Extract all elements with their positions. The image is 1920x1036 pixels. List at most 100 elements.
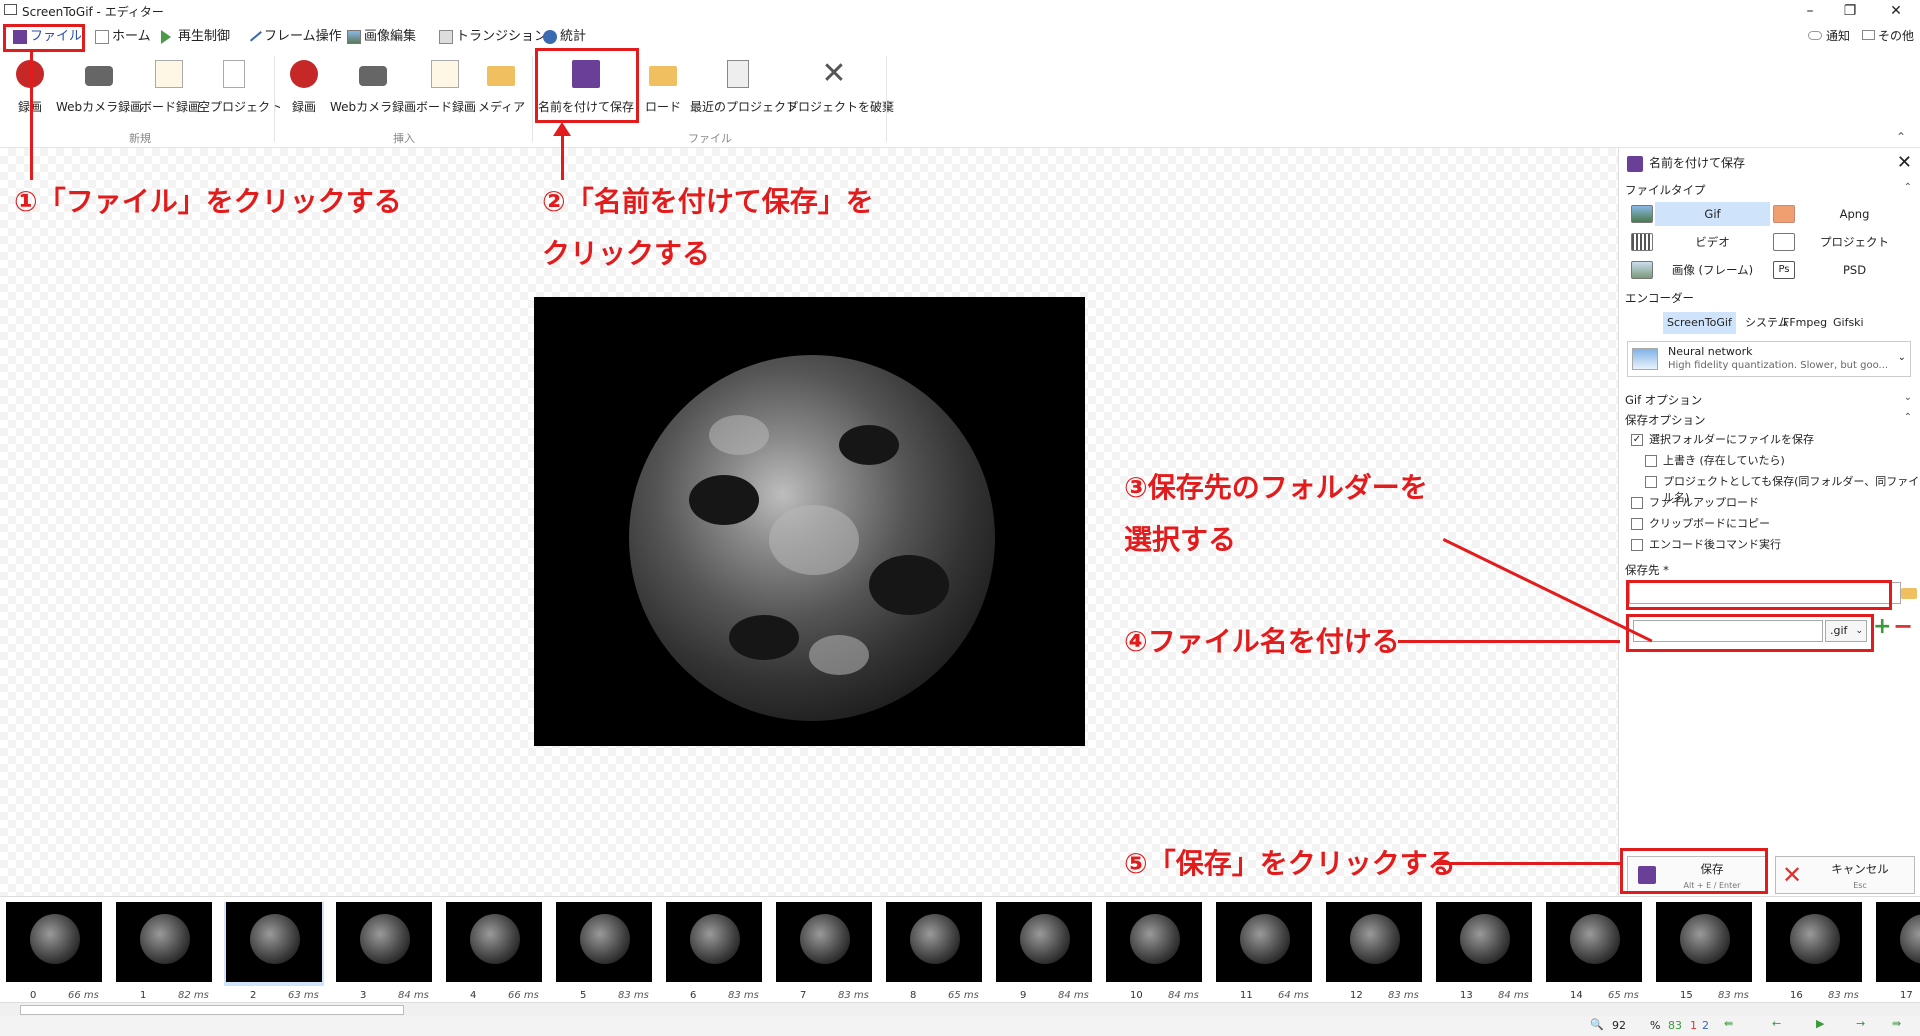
filetype-gif[interactable]: Gif — [1627, 202, 1772, 226]
planet-thumbnail — [140, 914, 190, 964]
insert-webcam-record-button[interactable]: Webカメラ録画 — [330, 56, 416, 116]
planet-image — [629, 355, 995, 721]
frame-thumbnail[interactable]: 8 65 ms — [884, 902, 984, 1001]
horizontal-scrollbar[interactable] — [0, 1002, 1920, 1016]
new-empty-project-button[interactable]: 空プロジェクト — [198, 56, 282, 116]
restore-button[interactable]: ❐ — [1830, 0, 1870, 22]
load-button[interactable]: ロード — [640, 56, 686, 116]
frame-number: 16 — [1790, 990, 1803, 1001]
status-bar: 🔍 92 % 83 1 2 ⇚ ← ▶ → ⇛ — [0, 1016, 1920, 1036]
tab-playback[interactable]: 再生制御 — [158, 26, 230, 48]
close-panel-icon[interactable]: ✕ — [1897, 152, 1912, 173]
thumbnail-image — [1436, 902, 1532, 982]
filetype-label: ビデオ — [1695, 235, 1730, 249]
next-frame-icon[interactable]: → — [1856, 1017, 1865, 1030]
encoder-ffmpeg[interactable]: FFmpeg — [1779, 312, 1831, 334]
tab-label: 再生制御 — [178, 29, 231, 44]
checkbox-save-as-project[interactable]: プロジェクトとしても保存(同フォルダー、同ファイル名) — [1645, 474, 1920, 504]
frame-thumbnail[interactable]: 0 66 ms — [4, 902, 104, 1001]
filetype-apng[interactable]: Apng — [1769, 202, 1914, 226]
first-frame-icon[interactable]: ⇚ — [1724, 1017, 1733, 1030]
remove-icon[interactable]: − — [1893, 612, 1913, 640]
previous-frame-icon[interactable]: ← — [1772, 1017, 1781, 1030]
frame-thumbnail[interactable]: 3 84 ms — [334, 902, 434, 1001]
play-icon[interactable]: ▶ — [1816, 1017, 1824, 1030]
save-icon — [1627, 155, 1643, 172]
window-icon — [1862, 30, 1875, 40]
frame-number: 0 — [30, 990, 37, 1001]
frame-thumbnail[interactable]: 6 83 ms — [664, 902, 764, 1001]
chevron-down-icon[interactable]: ⌄ — [1904, 392, 1912, 403]
planet-thumbnail — [910, 914, 960, 964]
frame-thumbnail[interactable]: 2 63 ms — [224, 902, 324, 1001]
collapse-ribbon-icon[interactable]: ⌃ — [1896, 130, 1906, 144]
checkbox-box — [1631, 497, 1643, 509]
save-options-section[interactable]: 保存オプション — [1625, 412, 1706, 428]
add-icon[interactable]: + — [1873, 614, 1891, 639]
frame-thumbnail[interactable]: 10 84 ms — [1104, 902, 1204, 1001]
frame-number: 4 — [470, 990, 477, 1001]
checkbox-upload[interactable]: ファイルアップロード — [1631, 495, 1759, 511]
frame-thumbnail[interactable]: 13 84 ms — [1434, 902, 1534, 1001]
checkbox-post-command[interactable]: エンコード後コマンド実行 — [1631, 537, 1781, 553]
encoder-screentogif[interactable]: ScreenToGif — [1663, 312, 1736, 334]
checkbox-box — [1631, 539, 1643, 551]
encoder-gifski[interactable]: Gifski — [1829, 312, 1868, 334]
frame-thumbnail[interactable]: 12 83 ms — [1324, 902, 1424, 1001]
cancel-button[interactable]: ✕ キャンセル Esc — [1775, 856, 1915, 894]
frame-thumbnail[interactable]: 7 83 ms — [774, 902, 874, 1001]
chevron-up-icon[interactable]: ⌃ — [1904, 412, 1912, 423]
insert-board-record-button[interactable]: ボード録画 — [416, 56, 476, 116]
tab-frame-ops[interactable]: フレーム操作 — [244, 26, 342, 48]
frame-thumbnail[interactable]: 9 84 ms — [994, 902, 1094, 1001]
quantizer-dropdown[interactable]: Neural network High fidelity quantizatio… — [1627, 341, 1911, 377]
save-to-label: 保存先 * — [1625, 563, 1669, 577]
filetype-psd[interactable]: Ps PSD — [1769, 258, 1914, 282]
filetype-video[interactable]: ビデオ — [1627, 230, 1772, 254]
checkbox-overwrite[interactable]: 上書き (存在していたら) — [1645, 453, 1785, 469]
planet-thumbnail — [1020, 914, 1070, 964]
tab-image-edit[interactable]: 画像編集 — [344, 26, 416, 48]
last-frame-icon[interactable]: ⇛ — [1892, 1017, 1901, 1030]
tab-statistics[interactable]: 統計 — [540, 26, 586, 48]
scrollbar-thumb[interactable] — [20, 1005, 404, 1015]
checkbox-copy-clipboard[interactable]: クリップボードにコピー — [1631, 516, 1770, 532]
new-board-record-button[interactable]: ボード録画 — [140, 56, 200, 116]
filetype-project[interactable]: プロジェクト — [1769, 230, 1914, 254]
arrow-line — [1398, 640, 1620, 643]
zoom-value[interactable]: 92 — [1612, 1019, 1626, 1032]
discard-project-button[interactable]: ✕ プロジェクトを破棄 — [786, 56, 894, 116]
frame-thumbnail[interactable]: 5 83 ms — [554, 902, 654, 1001]
frame-delay: 66 ms — [508, 990, 539, 1001]
thumbnail-image — [1106, 902, 1202, 982]
frame-thumbnail[interactable]: 15 83 ms — [1654, 902, 1754, 1001]
folder-icon[interactable] — [1901, 588, 1917, 599]
insert-media-button[interactable]: メディア — [478, 56, 525, 116]
checkbox-save-to-folder[interactable]: ✓ 選択フォルダーにファイルを保存 — [1631, 432, 1814, 448]
frame-delay: 63 ms — [288, 990, 319, 1001]
frame-thumbnail[interactable]: 17 — [1874, 902, 1920, 1001]
thumbnail-image — [776, 902, 872, 982]
frame-number: 3 — [360, 990, 367, 1001]
frame-thumbnail[interactable]: 1 82 ms — [114, 902, 214, 1001]
recent-projects-button[interactable]: 最近のプロジェクト — [690, 56, 798, 116]
insert-record-button[interactable]: 録画 — [284, 56, 324, 116]
frame-thumbnail[interactable]: 4 66 ms — [444, 902, 544, 1001]
folder-icon — [649, 66, 677, 86]
notify-button[interactable]: 通知 — [1808, 27, 1850, 44]
frame-thumbnail[interactable]: 11 64 ms — [1214, 902, 1314, 1001]
new-webcam-record-button[interactable]: Webカメラ録画 — [56, 56, 142, 116]
other-button[interactable]: その他 — [1862, 27, 1914, 44]
frame-delay: 82 ms — [178, 990, 209, 1001]
chevron-up-icon[interactable]: ⌃ — [1904, 182, 1912, 193]
minimize-button[interactable]: – — [1790, 0, 1830, 22]
frame-thumbnail[interactable]: 14 65 ms — [1544, 902, 1644, 1001]
tab-home[interactable]: ホーム — [92, 26, 151, 48]
frame-thumbnail[interactable]: 16 83 ms — [1764, 902, 1864, 1001]
tab-transition[interactable]: トランジション — [436, 26, 547, 48]
close-window-button[interactable]: ✕ — [1876, 0, 1916, 22]
notify-label: 通知 — [1826, 29, 1851, 43]
gif-options-section[interactable]: Gif オプション — [1625, 392, 1702, 408]
frame-number: 13 — [1460, 990, 1473, 1001]
filetype-images[interactable]: 画像 (フレーム) — [1627, 258, 1772, 282]
